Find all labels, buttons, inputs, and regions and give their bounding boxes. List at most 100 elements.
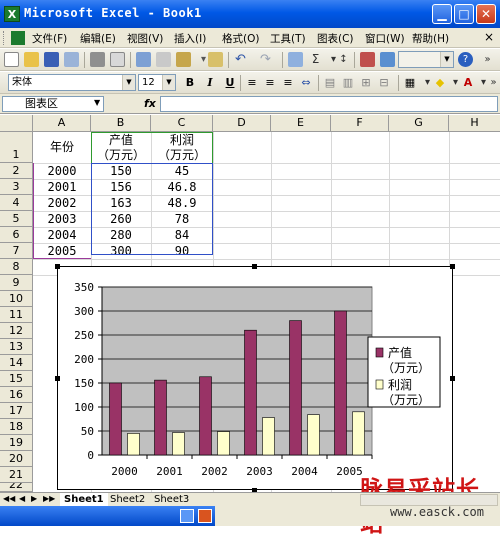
save-icon[interactable] — [44, 52, 59, 67]
doc-close-icon[interactable]: × — [484, 30, 494, 44]
bar-profit[interactable] — [262, 417, 275, 456]
row-header-3[interactable]: 3 — [0, 179, 33, 195]
bold-button[interactable]: B — [182, 75, 198, 91]
borders-icon[interactable]: ▦ — [402, 75, 418, 91]
resize-handle[interactable] — [55, 376, 60, 381]
row-header-11[interactable]: 11 — [0, 307, 33, 323]
row-header-22[interactable]: 22 — [0, 483, 33, 492]
column-header-c[interactable]: C — [151, 115, 213, 132]
help-icon[interactable]: ? — [458, 52, 473, 67]
sheet-tab-sheet1[interactable]: Sheet1 — [60, 493, 108, 507]
column-header-a[interactable]: A — [33, 115, 91, 132]
currency-icon[interactable]: ▤ — [322, 75, 338, 91]
zoom-combo[interactable]: ▼ — [398, 51, 454, 68]
prev-sheet-icon[interactable]: ◀ — [19, 494, 25, 503]
paste-icon[interactable] — [176, 52, 191, 67]
sheet-tab-sheet2[interactable]: Sheet2 — [106, 493, 149, 507]
insert-function-button[interactable]: fx — [144, 97, 156, 110]
row-header-4[interactable]: 4 — [0, 195, 33, 211]
next-sheet-icon[interactable]: ▶ — [31, 494, 37, 503]
row-header-21[interactable]: 21 — [0, 467, 33, 483]
spelling-icon[interactable] — [136, 52, 151, 67]
align-center-icon[interactable]: ≡ — [262, 75, 278, 91]
menu-window[interactable]: 窗口(W) — [365, 31, 405, 46]
doc-icon[interactable] — [11, 31, 25, 45]
font-color-icon[interactable]: A — [460, 75, 476, 91]
comma-icon[interactable]: ⊞ — [358, 75, 374, 91]
toolbar-options-icon[interactable]: » — [486, 75, 500, 90]
bar-output[interactable] — [289, 320, 302, 456]
plot-area[interactable] — [101, 286, 373, 456]
print-icon[interactable] — [90, 52, 105, 67]
menu-chart[interactable]: 图表(C) — [317, 31, 354, 46]
hyperlink-icon[interactable] — [288, 52, 303, 67]
resize-handle[interactable] — [252, 264, 257, 269]
bar-output[interactable] — [244, 329, 257, 456]
row-header-13[interactable]: 13 — [0, 339, 33, 355]
cut-icon[interactable] — [156, 52, 171, 67]
minimized-toolbar-window[interactable] — [0, 506, 215, 526]
drawing-icon[interactable] — [380, 52, 395, 67]
undo-icon[interactable]: ↶ — [233, 52, 248, 67]
row-header-9[interactable]: 9 — [0, 275, 33, 291]
align-left-icon[interactable]: ≡ — [244, 75, 260, 91]
sheet-tab-sheet3[interactable]: Sheet3 — [150, 493, 193, 507]
bar-output[interactable] — [109, 382, 122, 456]
first-sheet-icon[interactable]: ◀◀ — [3, 494, 15, 503]
bar-profit[interactable] — [127, 433, 140, 456]
minimize-button[interactable]: ▁ — [432, 4, 452, 24]
menu-format[interactable]: 格式(O) — [222, 31, 259, 46]
row-header-5[interactable]: 5 — [0, 211, 33, 227]
permission-icon[interactable] — [64, 52, 79, 67]
open-icon[interactable] — [24, 52, 39, 67]
column-header-e[interactable]: E — [271, 115, 331, 132]
bar-output[interactable] — [199, 376, 212, 456]
sort-ascending-icon[interactable]: ↕ — [336, 52, 351, 67]
row-header-15[interactable]: 15 — [0, 371, 33, 387]
bar-output[interactable] — [334, 310, 347, 456]
bar-output[interactable] — [154, 379, 167, 456]
bar-profit[interactable] — [172, 432, 185, 456]
redo-icon[interactable]: ↷ — [258, 52, 273, 67]
font-size-combo[interactable]: 12 ▼ — [138, 74, 176, 91]
resize-handle[interactable] — [450, 376, 455, 381]
column-header-b[interactable]: B — [91, 115, 151, 132]
row-header-16[interactable]: 16 — [0, 387, 33, 403]
column-chart[interactable]: 0 50 100 150 200 250 300 350 2000 2001 2002 2003 200… — [58, 267, 454, 491]
formula-input[interactable] — [160, 96, 498, 112]
new-icon[interactable] — [4, 52, 19, 67]
column-header-h[interactable]: H — [449, 115, 500, 132]
row-header-8[interactable]: 8 — [0, 259, 33, 275]
underline-button[interactable]: U — [222, 75, 238, 91]
mini-window-button[interactable] — [180, 509, 194, 523]
row-header-12[interactable]: 12 — [0, 323, 33, 339]
row-header-6[interactable]: 6 — [0, 227, 33, 243]
autosum-icon[interactable]: Σ — [308, 52, 323, 67]
name-box-dropdown-icon[interactable]: ▼ — [94, 98, 100, 107]
mini-window-close-icon[interactable] — [198, 509, 212, 523]
name-box[interactable]: 图表区 — [2, 96, 104, 112]
chart-area[interactable]: 0 50 100 150 200 250 300 350 2000 2001 2002 2003 200… — [57, 266, 453, 490]
row-header-17[interactable]: 17 — [0, 403, 33, 419]
italic-button[interactable]: I — [202, 75, 218, 91]
menu-edit[interactable]: 编辑(E) — [80, 31, 116, 46]
format-painter-icon[interactable] — [208, 52, 223, 67]
row-header-19[interactable]: 19 — [0, 435, 33, 451]
column-header-f[interactable]: F — [331, 115, 389, 132]
column-header-d[interactable]: D — [213, 115, 271, 132]
resize-handle[interactable] — [450, 264, 455, 269]
last-sheet-icon[interactable]: ▶▶ — [43, 494, 55, 503]
bar-profit[interactable] — [217, 431, 230, 456]
bar-profit[interactable] — [307, 414, 320, 456]
cell-a1[interactable]: 年份 — [33, 140, 91, 154]
print-preview-icon[interactable] — [110, 52, 125, 67]
row-header-7[interactable]: 7 — [0, 243, 33, 259]
menu-view[interactable]: 视图(V) — [127, 31, 163, 46]
menu-help[interactable]: 帮助(H) — [412, 31, 449, 46]
row-header-20[interactable]: 20 — [0, 451, 33, 467]
select-all-corner[interactable] — [0, 115, 33, 132]
percent-icon[interactable]: ▥ — [340, 75, 356, 91]
fill-color-icon[interactable]: ◆ — [432, 75, 448, 91]
align-right-icon[interactable]: ≡ — [280, 75, 296, 91]
bar-profit[interactable] — [352, 411, 365, 456]
